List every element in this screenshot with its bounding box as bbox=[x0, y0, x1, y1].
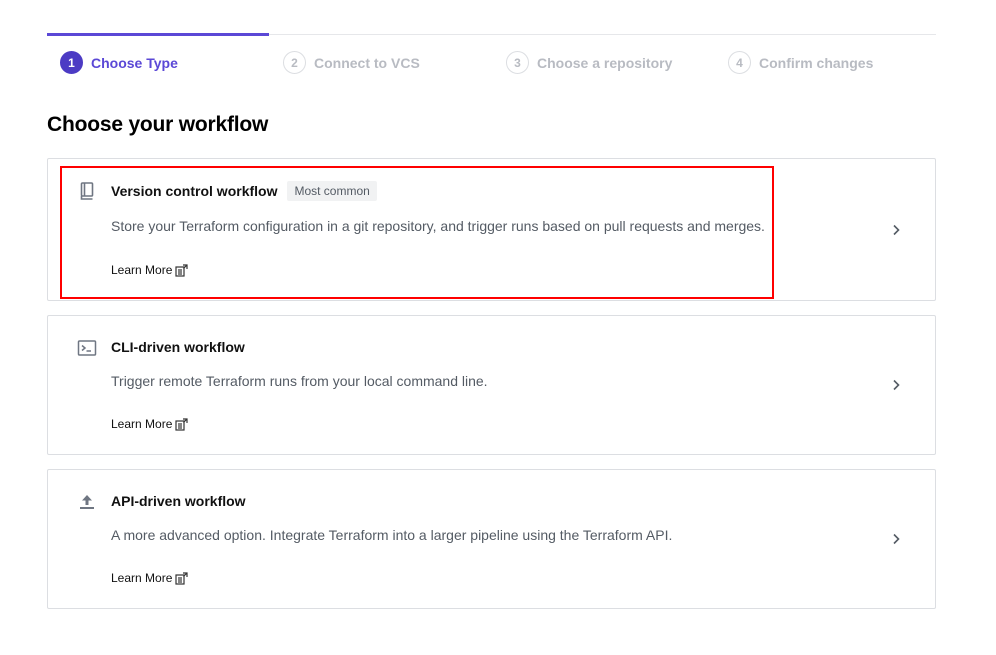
step-choose-type[interactable]: 1 Choose Type bbox=[60, 51, 178, 74]
terminal-icon bbox=[77, 338, 97, 358]
external-doc-icon bbox=[175, 571, 188, 585]
chevron-right-icon[interactable] bbox=[888, 531, 904, 547]
card-description: Trigger remote Terraform runs from your … bbox=[111, 373, 488, 389]
cli-driven-workflow-card[interactable]: CLI-driven workflow Trigger remote Terra… bbox=[47, 315, 936, 455]
step-label: Choose a repository bbox=[537, 54, 673, 71]
step-label: Connect to VCS bbox=[314, 54, 420, 71]
card-title: Version control workflow bbox=[111, 183, 278, 199]
workflow-stepper: 1 Choose Type 2 Connect to VCS 3 Choose … bbox=[47, 33, 936, 90]
api-driven-workflow-card[interactable]: API-driven workflow A more advanced opti… bbox=[47, 469, 936, 609]
learn-more-label: Learn More bbox=[111, 571, 173, 585]
step-number: 4 bbox=[728, 51, 751, 74]
page-title: Choose your workflow bbox=[47, 113, 269, 136]
card-title-row: Version control workflow Most common bbox=[111, 181, 377, 201]
chevron-right-icon[interactable] bbox=[888, 377, 904, 393]
step-connect-vcs: 2 Connect to VCS bbox=[283, 51, 420, 74]
learn-more-link[interactable]: Learn More bbox=[111, 417, 188, 431]
most-common-badge: Most common bbox=[287, 181, 377, 201]
learn-more-link[interactable]: Learn More bbox=[111, 263, 188, 277]
external-doc-icon bbox=[175, 263, 188, 277]
step-choose-repository: 3 Choose a repository bbox=[506, 51, 672, 74]
learn-more-link[interactable]: Learn More bbox=[111, 571, 188, 585]
card-description: A more advanced option. Integrate Terraf… bbox=[111, 527, 673, 543]
step-number: 2 bbox=[283, 51, 306, 74]
step-label: Choose Type bbox=[91, 54, 178, 71]
version-control-workflow-card[interactable]: Version control workflow Most common Sto… bbox=[47, 158, 936, 301]
step-label: Confirm changes bbox=[759, 54, 874, 71]
stepper-progress-bar bbox=[47, 33, 269, 36]
book-icon bbox=[77, 181, 97, 201]
step-number: 1 bbox=[60, 51, 83, 74]
learn-more-label: Learn More bbox=[111, 417, 173, 431]
step-confirm-changes: 4 Confirm changes bbox=[728, 51, 873, 74]
card-title: CLI-driven workflow bbox=[111, 339, 245, 355]
card-title: API-driven workflow bbox=[111, 493, 246, 509]
card-description: Store your Terraform configuration in a … bbox=[111, 218, 765, 234]
step-number: 3 bbox=[506, 51, 529, 74]
card-title-row: API-driven workflow bbox=[111, 493, 246, 509]
card-title-row: CLI-driven workflow bbox=[111, 339, 245, 355]
chevron-right-icon[interactable] bbox=[888, 222, 904, 238]
learn-more-label: Learn More bbox=[111, 263, 173, 277]
upload-icon bbox=[77, 492, 97, 512]
external-doc-icon bbox=[175, 417, 188, 431]
